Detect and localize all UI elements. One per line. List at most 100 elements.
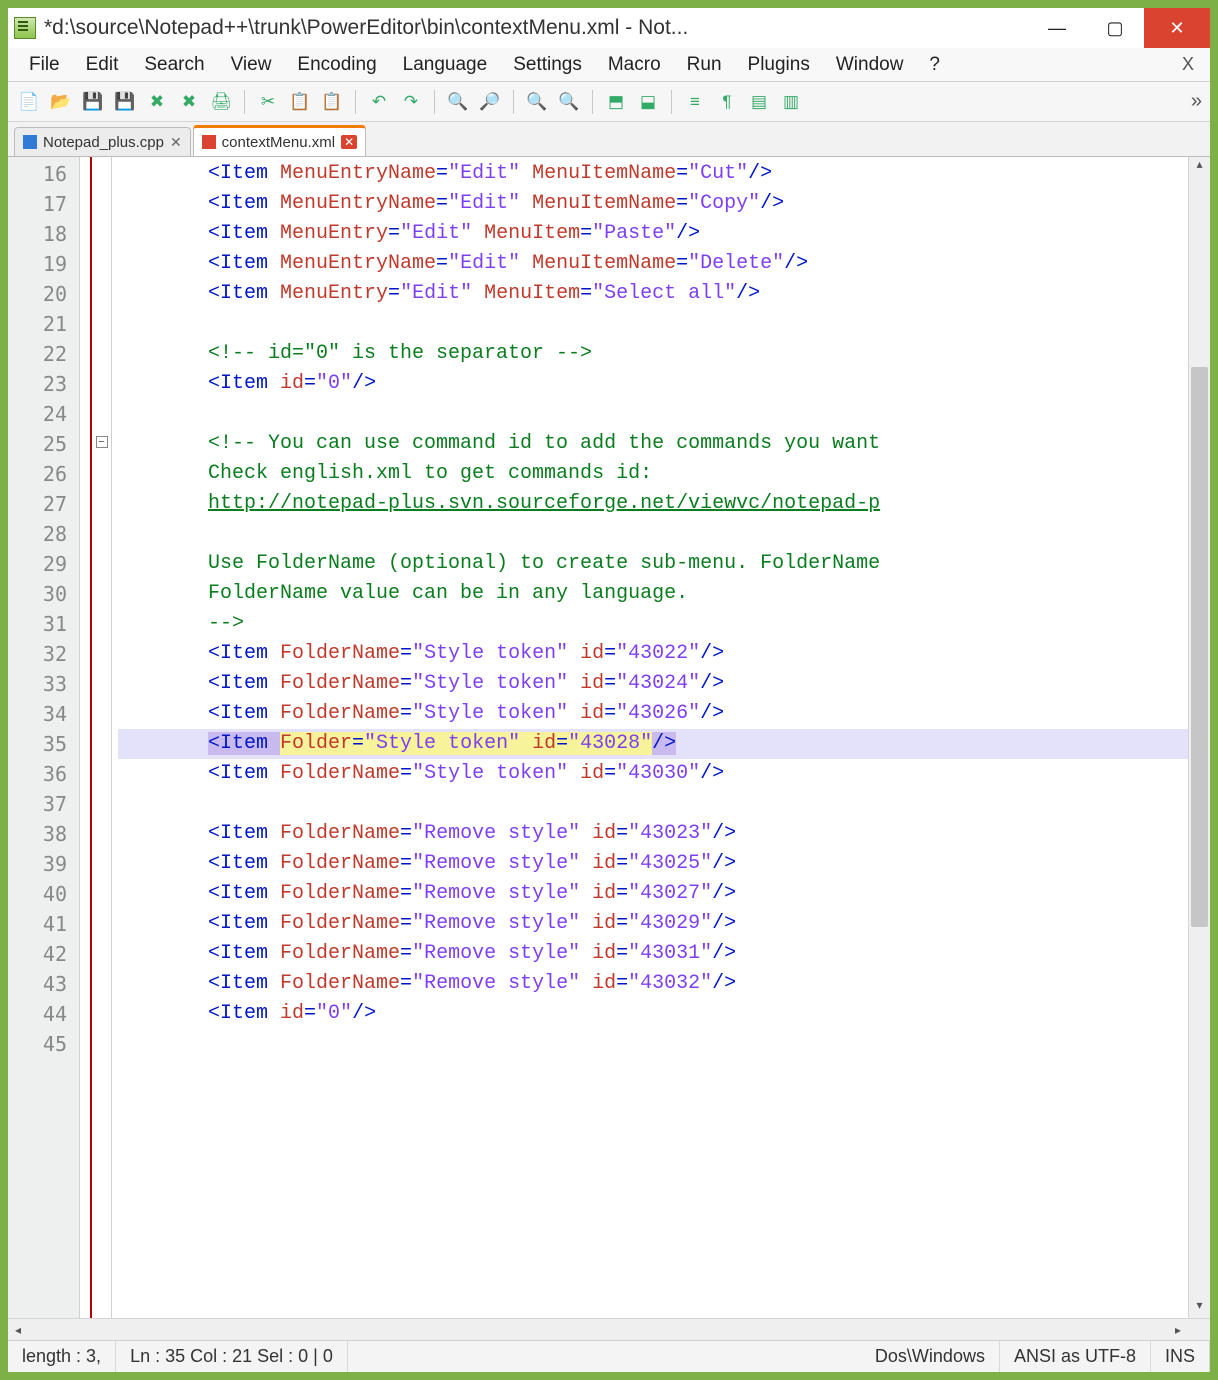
save-all-button[interactable]: 💾 [112, 89, 138, 115]
scroll-down-icon[interactable]: ▾ [1189, 1298, 1210, 1318]
maximize-button[interactable]: ▢ [1086, 8, 1144, 48]
titlebar[interactable]: *d:\source\Notepad++\trunk\PowerEditor\b… [8, 8, 1210, 48]
menu-settings[interactable]: Settings [502, 50, 593, 80]
line-number-gutter[interactable]: 1617181920212223242526272829303132333435… [8, 157, 80, 1318]
close-file-button[interactable]: ✖ [144, 89, 170, 115]
minimize-button[interactable]: — [1028, 8, 1086, 48]
line-number[interactable]: 19 [8, 249, 79, 279]
code-line[interactable] [118, 789, 1210, 819]
code-line[interactable]: <Item MenuEntry="Edit" MenuItem="Select … [118, 279, 1210, 309]
sync-h-button[interactable]: ⬓ [635, 89, 661, 115]
code-line[interactable]: <Item MenuEntryName="Edit" MenuItemName=… [118, 159, 1210, 189]
new-file-button[interactable]: 📄 [16, 89, 42, 115]
line-number[interactable]: 34 [8, 699, 79, 729]
code-line[interactable]: Use FolderName (optional) to create sub-… [118, 549, 1210, 579]
open-file-button[interactable]: 📂 [48, 89, 74, 115]
code-line[interactable]: <Item MenuEntry="Edit" MenuItem="Paste"/… [118, 219, 1210, 249]
tab-contextmenuxml[interactable]: contextMenu.xml✕ [193, 125, 366, 156]
code-line[interactable]: <Item MenuEntryName="Edit" MenuItemName=… [118, 189, 1210, 219]
word-wrap-button[interactable]: ≡ [682, 89, 708, 115]
code-line[interactable]: <Item MenuEntryName="Edit" MenuItemName=… [118, 249, 1210, 279]
code-area[interactable]: <Item MenuEntryName="Edit" MenuItemName=… [118, 157, 1210, 1318]
line-number[interactable]: 25 [8, 429, 79, 459]
menu-window[interactable]: Window [825, 50, 915, 80]
horizontal-scrollbar[interactable]: ◂ ▸ [8, 1318, 1210, 1340]
line-number[interactable]: 24 [8, 399, 79, 429]
menu-file[interactable]: File [18, 50, 71, 80]
close-button[interactable]: ✕ [1144, 8, 1210, 48]
line-number[interactable]: 27 [8, 489, 79, 519]
vertical-scrollbar[interactable]: ▴ ▾ [1188, 157, 1210, 1318]
code-line[interactable]: <Item FolderName="Remove style" id="4303… [118, 969, 1210, 999]
toggle-2-button[interactable]: ▥ [778, 89, 804, 115]
menu-edit[interactable]: Edit [75, 50, 130, 80]
fold-toggle-icon[interactable]: − [96, 436, 108, 448]
code-line[interactable]: http://notepad-plus.svn.sourceforge.net/… [118, 489, 1210, 519]
line-number[interactable]: 30 [8, 579, 79, 609]
line-number[interactable]: 28 [8, 519, 79, 549]
line-number[interactable]: 32 [8, 639, 79, 669]
menu-encoding[interactable]: Encoding [286, 50, 387, 80]
line-number[interactable]: 29 [8, 549, 79, 579]
code-line[interactable]: <Item FolderName="Remove style" id="4302… [118, 849, 1210, 879]
tab-close-icon[interactable]: ✕ [341, 135, 357, 149]
line-number[interactable]: 37 [8, 789, 79, 819]
menu-[interactable]: ? [918, 50, 951, 80]
menu-search[interactable]: Search [133, 50, 215, 80]
line-number[interactable]: 40 [8, 879, 79, 909]
line-number[interactable]: 18 [8, 219, 79, 249]
tab-notepadpluscpp[interactable]: Notepad_plus.cpp✕ [14, 127, 191, 156]
redo-button[interactable]: ↷ [398, 89, 424, 115]
line-number[interactable]: 43 [8, 969, 79, 999]
scroll-left-icon[interactable]: ◂ [8, 1319, 28, 1340]
toggle-1-button[interactable]: ▤ [746, 89, 772, 115]
scroll-up-icon[interactable]: ▴ [1189, 157, 1210, 177]
menu-plugins[interactable]: Plugins [737, 50, 821, 80]
code-line[interactable]: <Item id="0"/> [118, 369, 1210, 399]
scroll-thumb[interactable] [1191, 367, 1208, 927]
toolbar-overflow-icon[interactable]: » [1191, 90, 1202, 113]
code-line[interactable]: FolderName value can be in any language. [118, 579, 1210, 609]
code-line[interactable]: <!-- id="0" is the separator --> [118, 339, 1210, 369]
menu-run[interactable]: Run [676, 50, 733, 80]
line-number[interactable]: 26 [8, 459, 79, 489]
code-line[interactable]: Check english.xml to get commands id: [118, 459, 1210, 489]
code-line[interactable]: <Item Folder="Style token" id="43028"/> [118, 729, 1210, 759]
find-button[interactable]: 🔍 [445, 89, 471, 115]
code-line[interactable]: <Item FolderName="Style token" id="43024… [118, 669, 1210, 699]
code-line[interactable]: <Item FolderName="Style token" id="43022… [118, 639, 1210, 669]
status-encoding[interactable]: ANSI as UTF-8 [1000, 1341, 1151, 1372]
line-number[interactable]: 16 [8, 159, 79, 189]
line-number[interactable]: 42 [8, 939, 79, 969]
tab-close-icon[interactable]: ✕ [170, 134, 182, 151]
line-number[interactable]: 31 [8, 609, 79, 639]
line-number[interactable]: 17 [8, 189, 79, 219]
menu-macro[interactable]: Macro [597, 50, 672, 80]
line-number[interactable]: 33 [8, 669, 79, 699]
line-number[interactable]: 45 [8, 1029, 79, 1059]
sync-v-button[interactable]: ⬒ [603, 89, 629, 115]
close-all-button[interactable]: ✖ [176, 89, 202, 115]
line-number[interactable]: 44 [8, 999, 79, 1029]
code-line[interactable]: <!-- You can use command id to add the c… [118, 429, 1210, 459]
line-number[interactable]: 22 [8, 339, 79, 369]
cut-button[interactable]: ✂ [255, 89, 281, 115]
replace-button[interactable]: 🔎 [477, 89, 503, 115]
menu-view[interactable]: View [220, 50, 283, 80]
undo-button[interactable]: ↶ [366, 89, 392, 115]
status-eol[interactable]: Dos\Windows [861, 1341, 1000, 1372]
menubar-close-icon[interactable]: X [1176, 54, 1200, 75]
line-number[interactable]: 23 [8, 369, 79, 399]
code-line[interactable]: <Item FolderName="Style token" id="43030… [118, 759, 1210, 789]
code-line[interactable]: <Item FolderName="Remove style" id="4302… [118, 879, 1210, 909]
code-line[interactable]: <Item FolderName="Remove style" id="4303… [118, 939, 1210, 969]
code-line[interactable]: --> [118, 609, 1210, 639]
zoom-out-button[interactable]: 🔍 [556, 89, 582, 115]
copy-button[interactable]: 📋 [287, 89, 313, 115]
paste-button[interactable]: 📋 [319, 89, 345, 115]
code-line[interactable]: <Item FolderName="Remove style" id="4302… [118, 819, 1210, 849]
code-line[interactable]: <Item FolderName="Style token" id="43026… [118, 699, 1210, 729]
line-number[interactable]: 41 [8, 909, 79, 939]
line-number[interactable]: 21 [8, 309, 79, 339]
line-number[interactable]: 39 [8, 849, 79, 879]
